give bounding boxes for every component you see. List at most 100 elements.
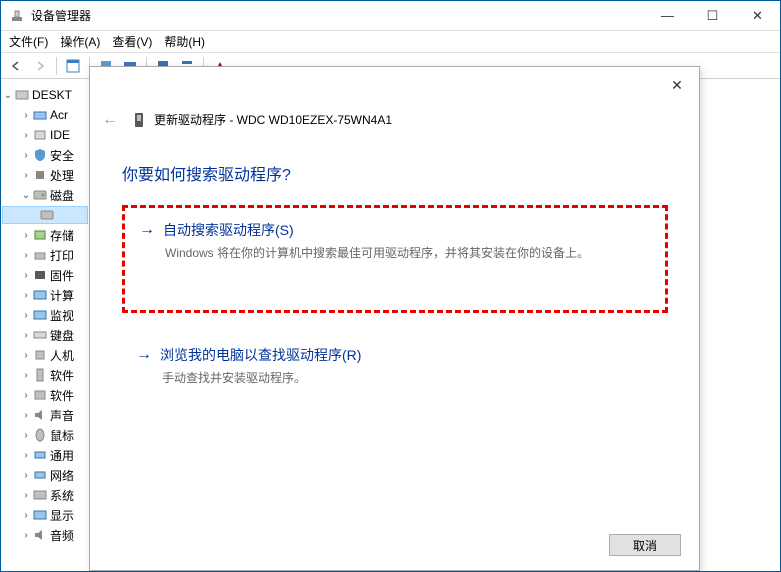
cpu-icon xyxy=(32,167,48,183)
menu-view[interactable]: 查看(V) xyxy=(112,33,152,50)
audio-icon xyxy=(32,527,48,543)
tree-root-label: DESKT xyxy=(32,88,72,102)
chevron-right-icon[interactable]: › xyxy=(20,510,32,521)
chevron-right-icon[interactable]: › xyxy=(20,330,32,341)
device-tree[interactable]: ⌄ DESKT ›Acr ›IDE ›安全 ›处理 ⌄磁盘 ›存储 ›打印 ›固… xyxy=(2,81,88,571)
chevron-right-icon[interactable]: › xyxy=(20,270,32,281)
usb-icon xyxy=(32,447,48,463)
option-auto-search-desc: Windows 将在你的计算机中搜索最佳可用驱动程序，并将其安装在你的设备上。 xyxy=(165,244,651,262)
tree-item[interactable]: ›音频 xyxy=(2,525,88,545)
app-icon xyxy=(9,8,25,24)
maximize-button[interactable]: ☐ xyxy=(690,1,735,30)
tree-item[interactable]: ›显示 xyxy=(2,505,88,525)
chevron-right-icon[interactable]: › xyxy=(20,470,32,481)
tree-item[interactable]: ›存储 xyxy=(2,225,88,245)
keyboard-icon xyxy=(32,327,48,343)
option-browse-computer[interactable]: → 浏览我的电脑以查找驱动程序(R) 手动查找并安装驱动程序。 xyxy=(122,333,668,393)
menu-action[interactable]: 操作(A) xyxy=(60,33,100,50)
option-auto-search[interactable]: → 自动搜索驱动程序(S) Windows 将在你的计算机中搜索最佳可用驱动程序… xyxy=(122,205,668,313)
tree-item[interactable]: ›计算 xyxy=(2,285,88,305)
chevron-right-icon[interactable]: › xyxy=(20,130,32,141)
window-controls: — ☐ ✕ xyxy=(645,1,780,30)
tree-item[interactable]: ›固件 xyxy=(2,265,88,285)
hid-icon xyxy=(32,347,48,363)
software-icon xyxy=(32,367,48,383)
disk-icon xyxy=(132,112,148,128)
chevron-right-icon[interactable]: › xyxy=(20,170,32,181)
chevron-right-icon[interactable]: › xyxy=(20,430,32,441)
back-button[interactable] xyxy=(5,55,27,77)
chevron-right-icon[interactable]: › xyxy=(20,390,32,401)
option-title: → 自动搜索驱动程序(S) xyxy=(139,220,651,240)
device-manager-window: 设备管理器 — ☐ ✕ 文件(F) 操作(A) 查看(V) 帮助(H) ⌄ xyxy=(0,0,781,572)
computer-icon xyxy=(14,87,30,103)
chevron-right-icon[interactable]: › xyxy=(20,490,32,501)
tree-item[interactable]: ›通用 xyxy=(2,445,88,465)
chevron-right-icon[interactable]: › xyxy=(20,230,32,241)
chevron-down-icon[interactable]: ⌄ xyxy=(2,90,14,101)
firmware-icon xyxy=(32,267,48,283)
close-button[interactable]: ✕ xyxy=(735,1,780,30)
tree-item[interactable]: ›Acr xyxy=(2,105,88,125)
storage-icon xyxy=(32,227,48,243)
cancel-button[interactable]: 取消 xyxy=(609,534,681,556)
shield-icon xyxy=(32,147,48,163)
tree-item[interactable]: ›网络 xyxy=(2,465,88,485)
chevron-right-icon[interactable]: › xyxy=(20,110,32,121)
chevron-right-icon[interactable]: › xyxy=(20,150,32,161)
toolbar-divider xyxy=(56,57,57,75)
view-button[interactable] xyxy=(62,55,84,77)
tree-item[interactable]: ›鼠标 xyxy=(2,425,88,445)
dialog-title: 更新驱动程序 - WDC WD10EZEX-75WN4A1 xyxy=(154,111,392,128)
system-icon xyxy=(32,487,48,503)
tree-root[interactable]: ⌄ DESKT xyxy=(2,85,88,105)
display-icon xyxy=(32,507,48,523)
tree-item[interactable]: ›安全 xyxy=(2,145,88,165)
network-icon xyxy=(32,467,48,483)
dialog-question: 你要如何搜索驱动程序? xyxy=(122,161,291,185)
tree-item[interactable]: ›处理 xyxy=(2,165,88,185)
device-icon xyxy=(32,107,48,123)
controller-icon xyxy=(32,127,48,143)
tree-item-disk[interactable]: ⌄磁盘 xyxy=(2,185,88,205)
dialog-header: 更新驱动程序 - WDC WD10EZEX-75WN4A1 xyxy=(132,111,392,128)
tree-item-selected[interactable] xyxy=(2,206,88,224)
chevron-down-icon[interactable]: ⌄ xyxy=(20,190,32,201)
speaker-icon xyxy=(32,407,48,423)
monitor-icon xyxy=(32,287,48,303)
tree-item[interactable]: ›人机 xyxy=(2,345,88,365)
monitor-icon xyxy=(32,307,48,323)
chevron-right-icon[interactable]: › xyxy=(20,250,32,261)
dialog-close-button[interactable]: ✕ xyxy=(665,73,689,97)
chevron-right-icon[interactable]: › xyxy=(20,370,32,381)
tree-item[interactable]: ›打印 xyxy=(2,245,88,265)
window-title: 设备管理器 xyxy=(31,7,645,24)
menu-help[interactable]: 帮助(H) xyxy=(164,33,205,50)
tree-item[interactable]: ›软件 xyxy=(2,385,88,405)
arrow-right-icon: → xyxy=(136,346,152,364)
chevron-right-icon[interactable]: › xyxy=(20,450,32,461)
option-browse-label: 浏览我的电脑以查找驱动程序(R) xyxy=(160,345,361,365)
tree-item[interactable]: ›监视 xyxy=(2,305,88,325)
chevron-right-icon[interactable]: › xyxy=(20,350,32,361)
tree-item[interactable]: ›软件 xyxy=(2,365,88,385)
printer-icon xyxy=(32,247,48,263)
chevron-right-icon[interactable]: › xyxy=(20,530,32,541)
tree-item[interactable]: ›系统 xyxy=(2,485,88,505)
arrow-right-icon: → xyxy=(139,221,155,239)
forward-button[interactable] xyxy=(29,55,51,77)
dialog-back-button[interactable]: ← xyxy=(102,111,118,129)
menu-file[interactable]: 文件(F) xyxy=(9,33,48,50)
software-icon xyxy=(32,387,48,403)
option-title: → 浏览我的电脑以查找驱动程序(R) xyxy=(136,345,654,365)
chevron-right-icon[interactable]: › xyxy=(20,290,32,301)
mouse-icon xyxy=(32,427,48,443)
tree-item[interactable]: ›键盘 xyxy=(2,325,88,345)
minimize-button[interactable]: — xyxy=(645,1,690,30)
titlebar[interactable]: 设备管理器 — ☐ ✕ xyxy=(1,1,780,31)
tree-item[interactable]: ›声音 xyxy=(2,405,88,425)
option-browse-desc: 手动查找并安装驱动程序。 xyxy=(162,369,654,387)
chevron-right-icon[interactable]: › xyxy=(20,410,32,421)
tree-item[interactable]: ›IDE xyxy=(2,125,88,145)
chevron-right-icon[interactable]: › xyxy=(20,310,32,321)
